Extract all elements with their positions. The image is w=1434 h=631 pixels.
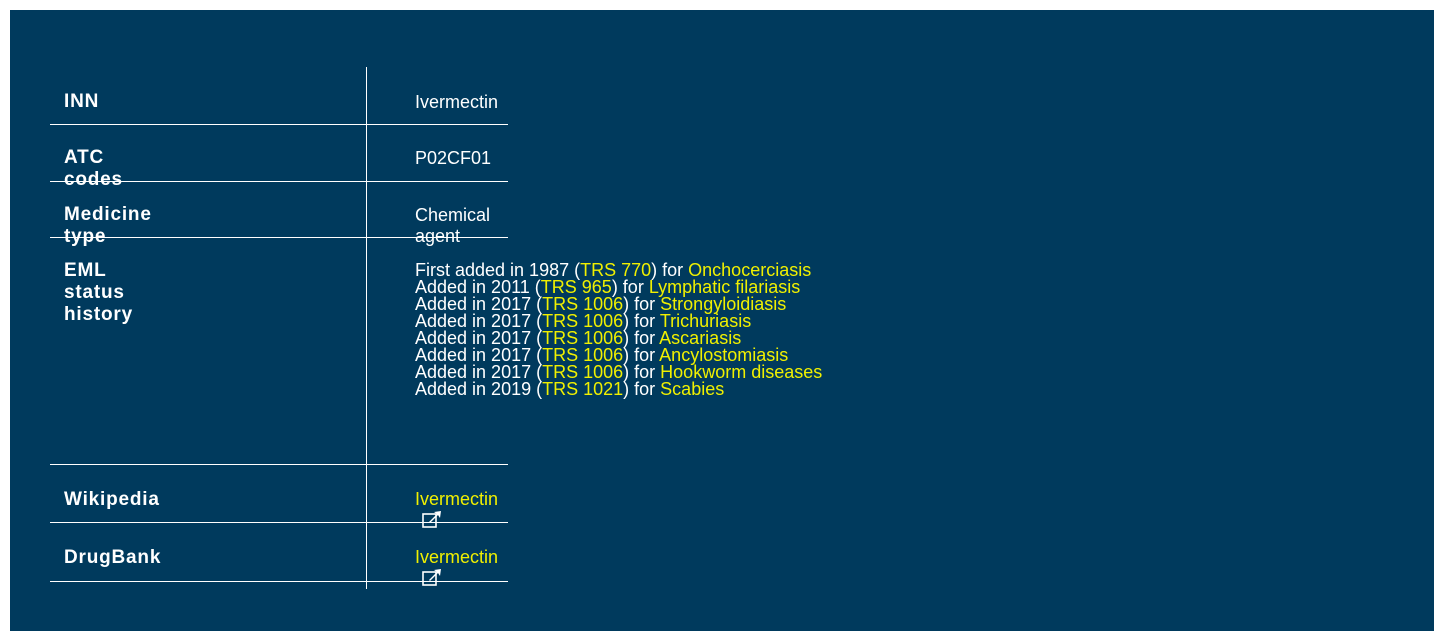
row-divider <box>50 522 366 523</box>
medicine-type-value: Chemical agent <box>415 205 491 246</box>
row-divider <box>367 581 508 582</box>
row-divider <box>50 581 366 582</box>
drugbank-value: Ivermectin <box>415 547 498 592</box>
row-divider <box>367 237 508 238</box>
eml-history-list: First added in 1987 (TRS 770) for Onchoc… <box>415 261 822 399</box>
column-divider <box>366 67 367 589</box>
drugbank-link[interactable]: Ivermectin <box>415 547 498 567</box>
atc-label: ATC codes <box>64 147 123 190</box>
row-divider <box>50 464 366 465</box>
row-divider <box>367 124 508 125</box>
inn-value: Ivermectin <box>415 92 499 112</box>
row-divider <box>367 522 508 523</box>
row-divider <box>50 237 366 238</box>
row-divider <box>50 124 366 125</box>
external-link-icon[interactable] <box>422 568 442 592</box>
row-divider <box>50 181 366 182</box>
row-divider <box>367 464 508 465</box>
row-divider <box>367 181 508 182</box>
list-item: Added in 2019 (TRS 1021) for Scabies <box>415 379 725 399</box>
drugbank-label: DrugBank <box>64 547 162 568</box>
atc-value: P02CF01 <box>415 148 492 168</box>
wikipedia-label: Wikipedia <box>64 489 160 510</box>
wikipedia-link[interactable]: Ivermectin <box>415 489 498 509</box>
eml-status-history-label: EML status history <box>64 260 133 325</box>
trs-link[interactable]: TRS 1021 <box>542 379 623 399</box>
wikipedia-value: Ivermectin <box>415 489 498 534</box>
medicine-type-label: Medicine type <box>64 204 152 247</box>
inn-label: INN <box>64 91 100 112</box>
disease-link[interactable]: Scabies <box>660 379 724 399</box>
medicine-info-panel: INN Ivermectin ATC codes P02CF01 Medicin… <box>10 10 1434 631</box>
